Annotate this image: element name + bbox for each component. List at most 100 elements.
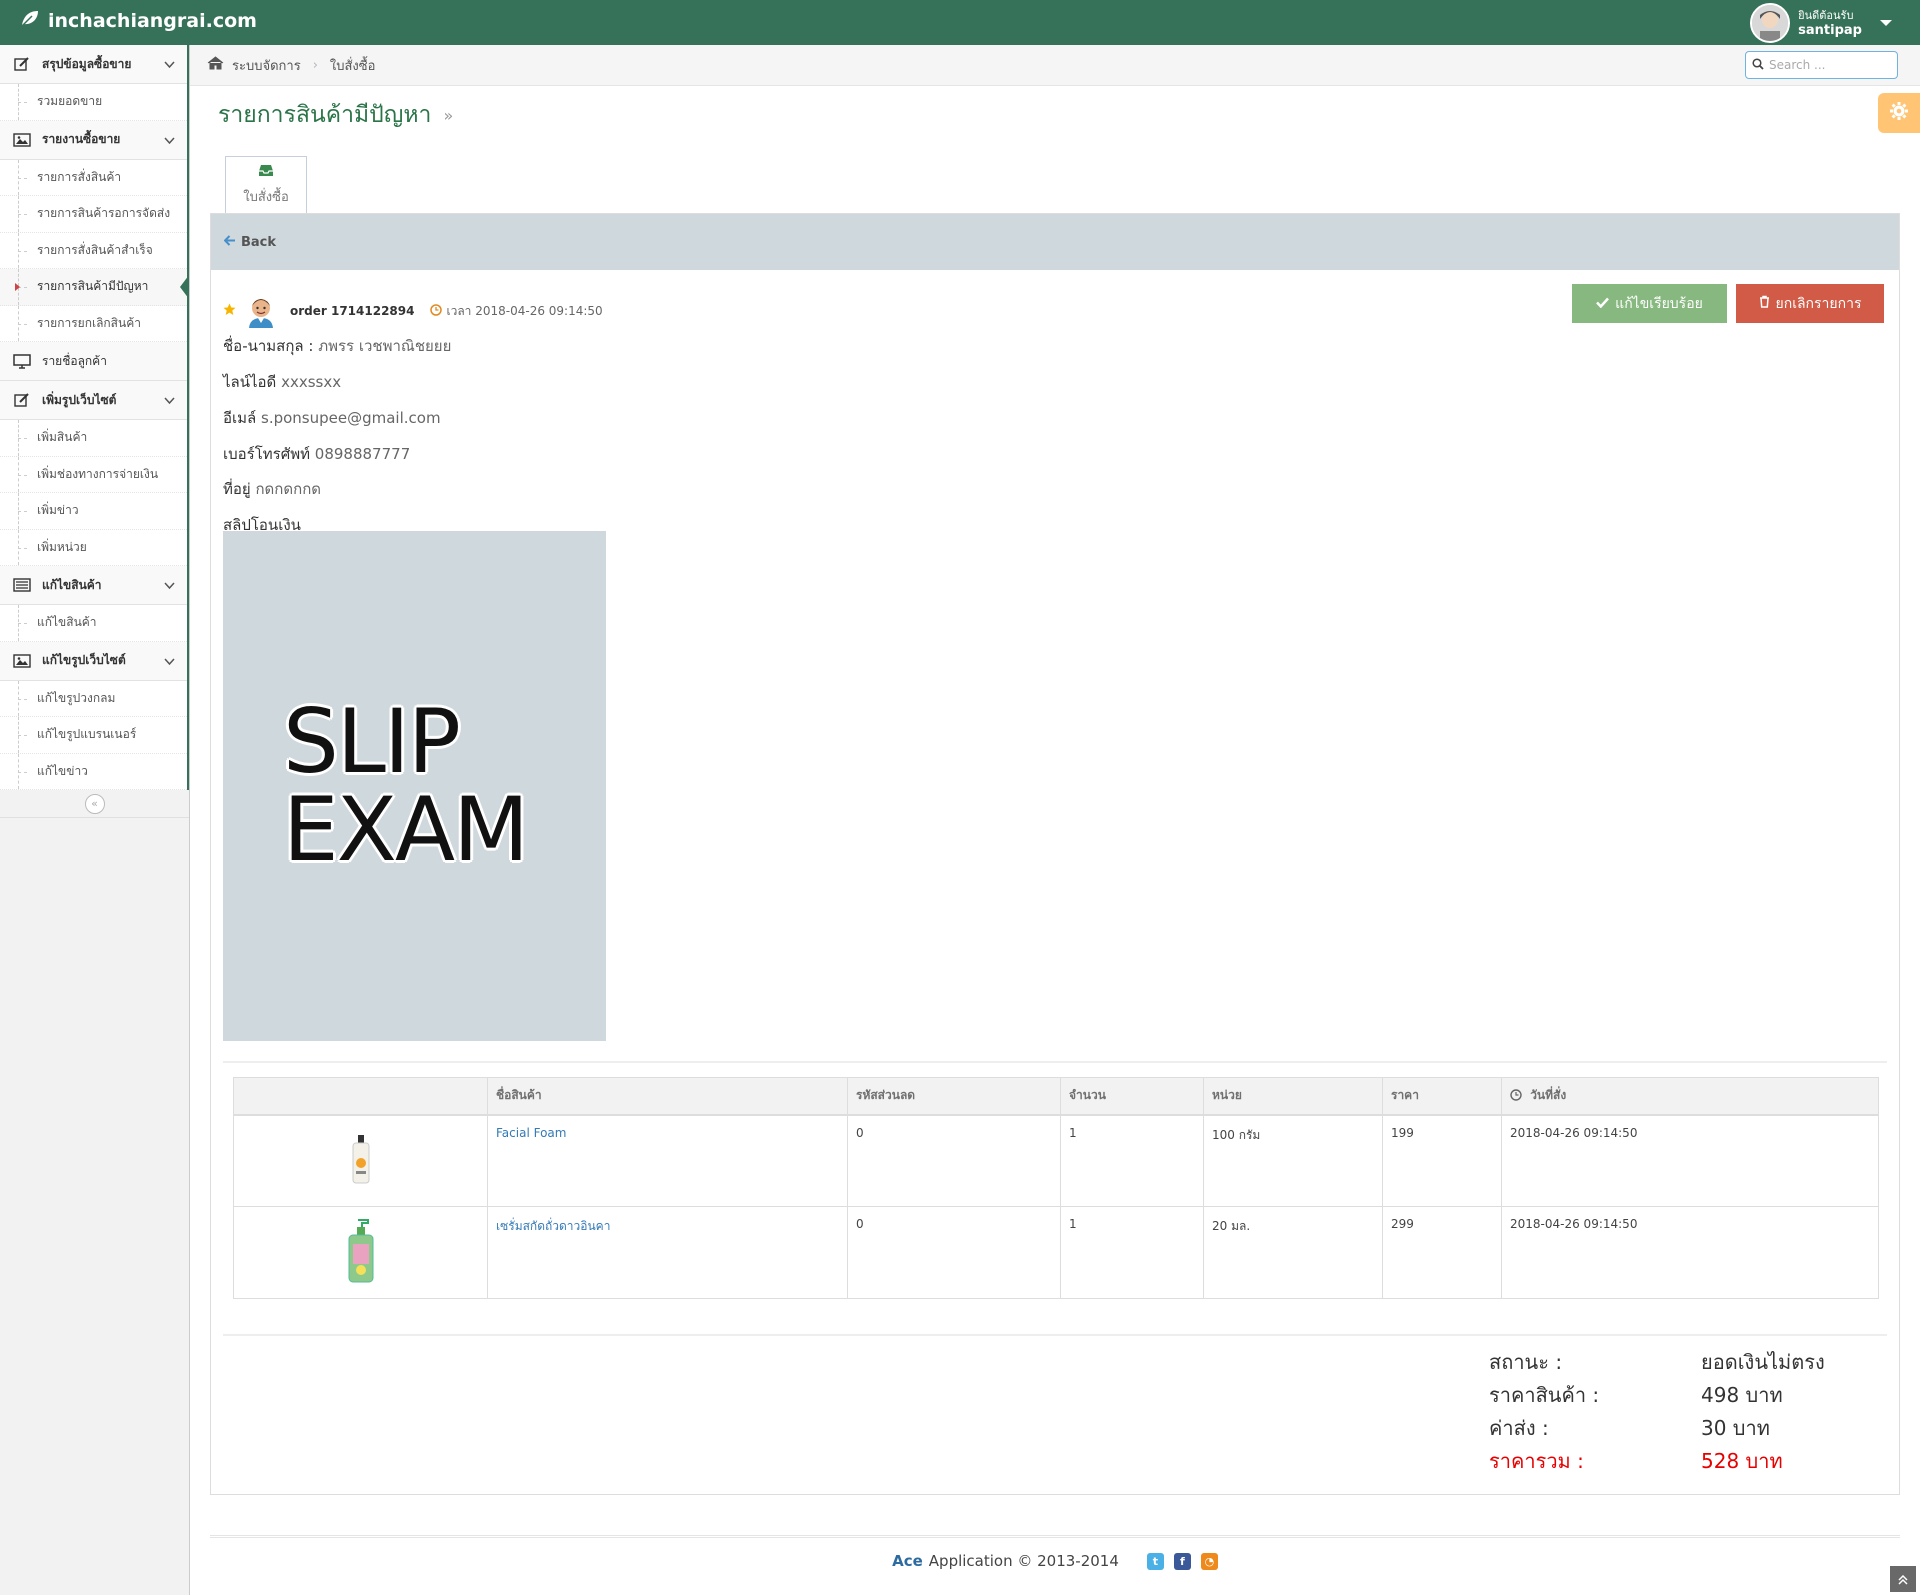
customer-avatar [244,294,278,328]
user-info: ยินดีต้อนรับ santipap [1798,8,1862,38]
home-icon[interactable] [207,56,224,74]
product-link[interactable]: Facial Foam [496,1126,566,1140]
cancel-order-label: ยกเลิกรายการ [1775,295,1862,312]
table-row: Facial Foam 0 1 100 กรัม 199 2018-04-26 … [233,1114,1879,1207]
user-menu[interactable]: ยินดีต้อนรับ santipap [1750,2,1892,43]
breadcrumb-separator-icon: › [312,57,318,73]
mark-resolved-button[interactable]: แก้ไขเรียบร้อย [1572,284,1727,323]
sidebar-item-add-unit[interactable]: เพิ่มหน่วย [0,529,187,566]
picture-icon [12,653,32,669]
brand-link[interactable]: inchachiangrai.com [20,9,257,32]
line-label: ไลน์ไอดี [223,373,277,391]
sidebar-group-sales-summary[interactable]: สรุปข้อมูลซื้อขาย [0,45,187,84]
sidebar-group-label: แก้ไขรูปเว็บไซต์ [42,653,126,667]
order-summary-line: order 1714122894 เวลา 2018-04-26 09:14:5… [223,294,603,328]
product-image-serum [344,1219,378,1287]
sidebar-group-label: สรุปข้อมูลซื้อขาย [42,56,132,71]
payment-slip-image[interactable]: SLIP EXAM [223,531,606,1041]
clock-icon [1510,1089,1522,1104]
sidebar-group-customers[interactable]: รายชื่อลูกค้า [0,342,187,381]
sidebar-item-problem-orders[interactable]: รายการสินค้ามีปัญหา [0,269,189,306]
order-totals: สถานะ : ยอดเงินไม่ตรง ราคาสินค้า : 498 บ… [1489,1345,1825,1477]
order-time-text: เวลา 2018-04-26 09:14:50 [446,303,603,318]
back-label: Back [241,234,277,250]
total-label: ราคารวม : [1489,1448,1584,1473]
email-label: อีเมล์ [223,409,257,427]
search-input[interactable]: Search ... [1769,58,1825,72]
sidebar-group-label: รายชื่อลูกค้า [42,353,107,368]
sidebar-group-edit-product[interactable]: แก้ไขสินค้า [0,566,187,605]
sidebar-item-edit-product[interactable]: แก้ไขสินค้า [0,605,187,642]
unit-cell: 20 มล. [1203,1206,1383,1299]
order-date-cell: 2018-04-26 09:14:50 [1501,1114,1879,1207]
user-avatar [1750,2,1791,43]
page-title: รายการสินค้ามีปัญหา [218,102,432,128]
quantity-cell: 1 [1060,1206,1204,1299]
sidebar-item-cancelled-orders[interactable]: รายการยกเลิกสินค้า [0,305,187,342]
desktop-icon [12,353,32,369]
unit-cell: 100 กรัม [1203,1114,1383,1207]
breadcrumb-home-link[interactable]: ระบบจัดการ [232,55,301,76]
goods-price-label: ราคาสินค้า : [1489,1382,1600,1407]
order-items-table: ชื่อสินค้า รหัสส่วนลด จำนวน หน่วย ราคา ว… [233,1077,1879,1299]
chevron-down-icon [164,655,175,669]
welcome-text: ยินดีต้อนรับ [1798,8,1854,22]
twitter-icon[interactable]: t [1146,1552,1164,1570]
shipping-value: 30 บาท [1701,1415,1770,1440]
phone-row: เบอร์โทรศัพท์ 0898887777 [223,442,410,466]
sidebar-item-edit-banner[interactable]: แก้ไขรูปแบรนเนอร์ [0,717,187,754]
sidebar-item-edit-circle-images[interactable]: แก้ไขรูปวงกลม [0,680,187,717]
sidebar-group-label: เพิ่มรูปเว็บไซต์ [42,392,117,407]
rss-icon[interactable]: ◔ [1200,1552,1218,1570]
sidebar-item-awaiting-shipment[interactable]: รายการสินค้ารอการจัดส่ง [0,196,187,233]
product-image-cell [233,1114,488,1207]
goods-price-row: ราคาสินค้า : 498 บาท [1489,1378,1825,1411]
sidebar-nav: สรุปข้อมูลซื้อขาย รวมยอดขาย รายงานซื้อขา… [0,45,189,790]
facebook-icon[interactable]: f [1173,1552,1191,1570]
caret-down-icon [1880,19,1892,26]
sidebar: สรุปข้อมูลซื้อขาย รวมยอดขาย รายงานซื้อขา… [0,45,190,1595]
sidebar-item-completed-orders[interactable]: รายการสั่งสินค้าสำเร็จ [0,232,187,269]
line-id: xxxssxx [281,373,342,391]
settings-toggle[interactable] [1878,93,1920,133]
slip-text-line-2: EXAM [283,778,529,881]
cancel-order-button[interactable]: ยกเลิกรายการ [1736,284,1884,323]
sidebar-item-orders[interactable]: รายการสั่งสินค้า [0,159,187,196]
chevron-down-icon [164,58,175,72]
price-cell: 299 [1382,1206,1502,1299]
sidebar-item-add-news[interactable]: เพิ่มข่าว [0,493,187,530]
sidebar-group-add-website[interactable]: เพิ่มรูปเว็บไซต์ [0,381,187,420]
sidebar-item-add-product[interactable]: เพิ่มสินค้า [0,420,187,457]
customer-name-row: ชื่อ-นามสกุล : ภพรร เวชพาณิชยยย [223,334,451,358]
sidebar-item-edit-news[interactable]: แก้ไขข่าว [0,753,187,790]
clock-icon [430,303,443,319]
sidebar-item-label: รายการสินค้ามีปัญหา [37,279,149,294]
sidebar-item-add-payment[interactable]: เพิ่มช่องทางการจ่ายเงิน [0,456,187,493]
total-value: 528 บาท [1701,1448,1783,1473]
back-button[interactable]: Back [223,234,277,250]
column-header-unit: หน่วย [1203,1077,1383,1116]
footer: Ace Application © 2013-2014 t f ◔ [190,1552,1920,1570]
sidebar-group-sales-report[interactable]: รายงานซื้อขาย [0,120,187,160]
footer-text: Application © 2013-2014 [928,1552,1119,1570]
back-to-top-button[interactable] [1890,1566,1916,1592]
search-box[interactable]: Search ... [1745,51,1898,79]
column-header-price: ราคา [1382,1077,1502,1116]
page-header: รายการสินค้ามีปัญหา » [218,97,453,133]
sidebar-group-edit-website[interactable]: แก้ไขรูปเว็บไซต์ [0,641,187,681]
trash-icon [1759,295,1770,312]
address-label: ที่อยู่ [223,480,251,498]
column-header-discount: รหัสส่วนลด [847,1077,1061,1116]
footer-divider [210,1535,1900,1538]
table-row: เซรั่มสกัดถั่วดาวอินคา 0 1 20 มล. 299 20… [233,1206,1879,1299]
product-link[interactable]: เซรั่มสกัดถั่วดาวอินคา [496,1219,610,1233]
price-cell: 199 [1382,1114,1502,1207]
order-time: เวลา 2018-04-26 09:14:50 [430,302,603,321]
phone-value: 0898887777 [314,445,411,463]
tab-purchase-order[interactable]: ใบสั่งซื้อ [225,156,307,214]
widget-header: Back [211,214,1899,270]
double-chevron-left-icon[interactable]: « [84,793,105,814]
divider [223,1334,1887,1336]
divider [223,1061,1887,1063]
sidebar-item-total-sales[interactable]: รวมยอดขาย [0,84,187,121]
